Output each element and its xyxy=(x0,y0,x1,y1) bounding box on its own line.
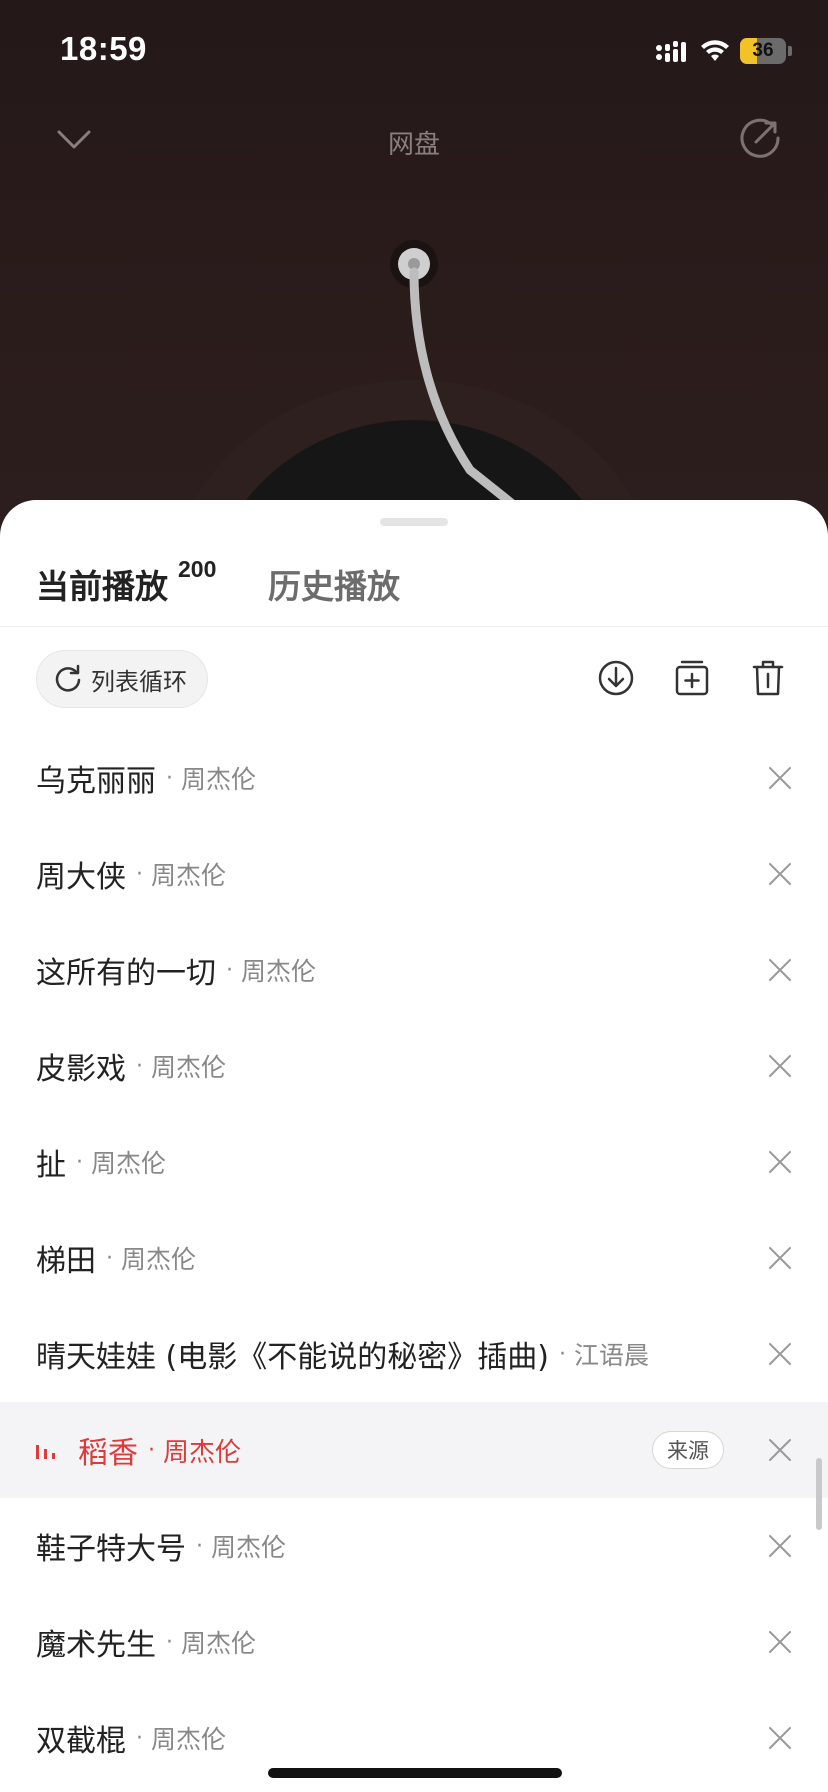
song-info: 周大侠 · 周杰伦 xyxy=(36,826,226,922)
tab-current-count: 200 xyxy=(178,556,217,582)
sheet-drag-handle[interactable] xyxy=(380,518,448,526)
song-title: 鞋子特大号 xyxy=(36,1532,186,1567)
song-artist: 周杰伦 xyxy=(241,957,317,986)
song-separator: · xyxy=(148,1437,155,1463)
song-separator: · xyxy=(558,1341,566,1367)
song-separator: · xyxy=(136,1053,143,1079)
song-separator: · xyxy=(76,1149,83,1175)
close-icon[interactable] xyxy=(768,1150,792,1174)
loop-mode-label: 列表循环 xyxy=(91,667,187,696)
tab-bar: 当前播放 200 历史播放 xyxy=(0,556,828,627)
tab-current-playing[interactable]: 当前播放 xyxy=(36,560,168,608)
song-artist: 江语晨 xyxy=(573,1341,649,1370)
song-info: 皮影戏 · 周杰伦 xyxy=(36,1018,226,1114)
song-row[interactable]: 乌克丽丽 · 周杰伦 xyxy=(0,730,828,826)
song-separator: · xyxy=(166,765,173,791)
song-title: 乌克丽丽 xyxy=(36,764,156,799)
close-icon[interactable] xyxy=(768,1630,792,1654)
player-background: 18:59 36 网盘 xyxy=(0,0,828,560)
close-icon[interactable] xyxy=(768,862,792,886)
status-time: 18:59 xyxy=(60,30,147,67)
song-row[interactable]: 鞋子特大号 · 周杰伦 xyxy=(0,1498,828,1594)
status-icons: 36 xyxy=(656,36,792,66)
add-to-playlist-icon[interactable] xyxy=(670,656,714,700)
song-title: 双截棍 xyxy=(36,1724,126,1759)
song-title: 扯 xyxy=(36,1148,66,1183)
song-artist: 周杰伦 xyxy=(181,1629,257,1658)
song-title: 皮影戏 xyxy=(36,1052,126,1087)
repeat-icon xyxy=(55,664,81,692)
close-icon[interactable] xyxy=(768,958,792,982)
source-button[interactable]: 来源 xyxy=(652,1431,724,1469)
battery-tip xyxy=(788,46,792,56)
close-icon[interactable] xyxy=(768,1534,792,1558)
close-icon[interactable] xyxy=(768,1054,792,1078)
song-info: 扯 · 周杰伦 xyxy=(36,1114,166,1210)
song-row[interactable]: 晴天娃娃 (电影《不能说的秘密》插曲) · 江语晨 xyxy=(0,1306,828,1402)
song-title: 这所有的一切 xyxy=(36,956,216,991)
song-artist: 周杰伦 xyxy=(211,1533,287,1562)
song-title: 稻香 xyxy=(78,1436,138,1471)
battery-level: 36 xyxy=(752,40,774,61)
close-icon[interactable] xyxy=(768,1438,792,1462)
trash-icon[interactable] xyxy=(746,656,790,700)
scrollbar[interactable] xyxy=(816,1458,822,1530)
wifi-icon xyxy=(701,40,729,61)
song-separator: · xyxy=(136,1725,143,1751)
song-artist: 周杰伦 xyxy=(91,1149,167,1178)
song-artist: 周杰伦 xyxy=(151,861,227,890)
now-playing-icon xyxy=(36,1445,55,1459)
close-icon[interactable] xyxy=(768,766,792,790)
song-separator: · xyxy=(166,1629,173,1655)
song-separator: · xyxy=(196,1533,203,1559)
song-artist: 周杰伦 xyxy=(121,1245,197,1274)
song-row[interactable]: 周大侠 · 周杰伦 xyxy=(0,826,828,922)
song-info: 双截棍 · 周杰伦 xyxy=(36,1690,226,1786)
song-info: 这所有的一切 · 周杰伦 xyxy=(36,922,316,1018)
song-row[interactable]: 梯田 · 周杰伦 xyxy=(0,1210,828,1306)
song-separator: · xyxy=(226,957,233,983)
song-separator: · xyxy=(106,1245,113,1271)
home-indicator[interactable] xyxy=(268,1768,562,1778)
song-artist: 周杰伦 xyxy=(163,1437,242,1468)
song-row[interactable]: 皮影戏 · 周杰伦 xyxy=(0,1018,828,1114)
share-icon[interactable] xyxy=(736,114,784,162)
song-info: 乌克丽丽 · 周杰伦 xyxy=(36,730,256,826)
song-artist: 周杰伦 xyxy=(181,765,257,794)
battery-icon: 36 xyxy=(740,38,786,64)
close-icon[interactable] xyxy=(768,1342,792,1366)
close-icon[interactable] xyxy=(768,1246,792,1270)
tab-history[interactable]: 历史播放 xyxy=(268,560,400,608)
status-bar: 18:59 36 xyxy=(0,0,828,100)
song-row[interactable]: 魔术先生 · 周杰伦 xyxy=(0,1594,828,1690)
song-separator: · xyxy=(136,861,143,887)
playlist-toolbar: 列表循环 xyxy=(0,650,828,710)
song-title: 梯田 xyxy=(36,1244,96,1279)
playlist-sheet: 当前播放 200 历史播放 列表循环 乌克丽丽 · 周杰伦 周大侠 · 周杰伦 这所有的 xyxy=(0,500,828,1792)
song-artist: 周杰伦 xyxy=(151,1725,227,1754)
song-info: 鞋子特大号 · 周杰伦 xyxy=(36,1498,286,1594)
player-header: 网盘 xyxy=(0,100,828,180)
song-row[interactable]: 扯 · 周杰伦 xyxy=(0,1114,828,1210)
close-icon[interactable] xyxy=(768,1726,792,1750)
song-artist: 周杰伦 xyxy=(151,1053,227,1082)
loop-mode-button[interactable]: 列表循环 xyxy=(36,650,208,708)
song-info: 魔术先生 · 周杰伦 xyxy=(36,1594,256,1690)
player-title: 网盘 xyxy=(387,130,440,160)
song-info: 晴天娃娃 (电影《不能说的秘密》插曲) · 江语晨 xyxy=(36,1306,649,1402)
song-title: 晴天娃娃 (电影《不能说的秘密》插曲) xyxy=(36,1340,549,1375)
song-row[interactable]: 这所有的一切 · 周杰伦 xyxy=(0,922,828,1018)
song-row-playing[interactable]: 稻香 · 周杰伦 来源 xyxy=(0,1402,828,1498)
song-info: 稻香 · 周杰伦 xyxy=(36,1402,241,1498)
signal-icon xyxy=(656,41,686,62)
song-title: 魔术先生 xyxy=(36,1628,156,1663)
song-info: 梯田 · 周杰伦 xyxy=(36,1210,196,1306)
song-title: 周大侠 xyxy=(36,860,126,895)
song-list: 乌克丽丽 · 周杰伦 周大侠 · 周杰伦 这所有的一切 · 周杰伦 皮影戏 · 周杰伦扯 · 周杰伦 梯田 ·… xyxy=(0,730,828,1786)
download-icon[interactable] xyxy=(594,656,638,700)
